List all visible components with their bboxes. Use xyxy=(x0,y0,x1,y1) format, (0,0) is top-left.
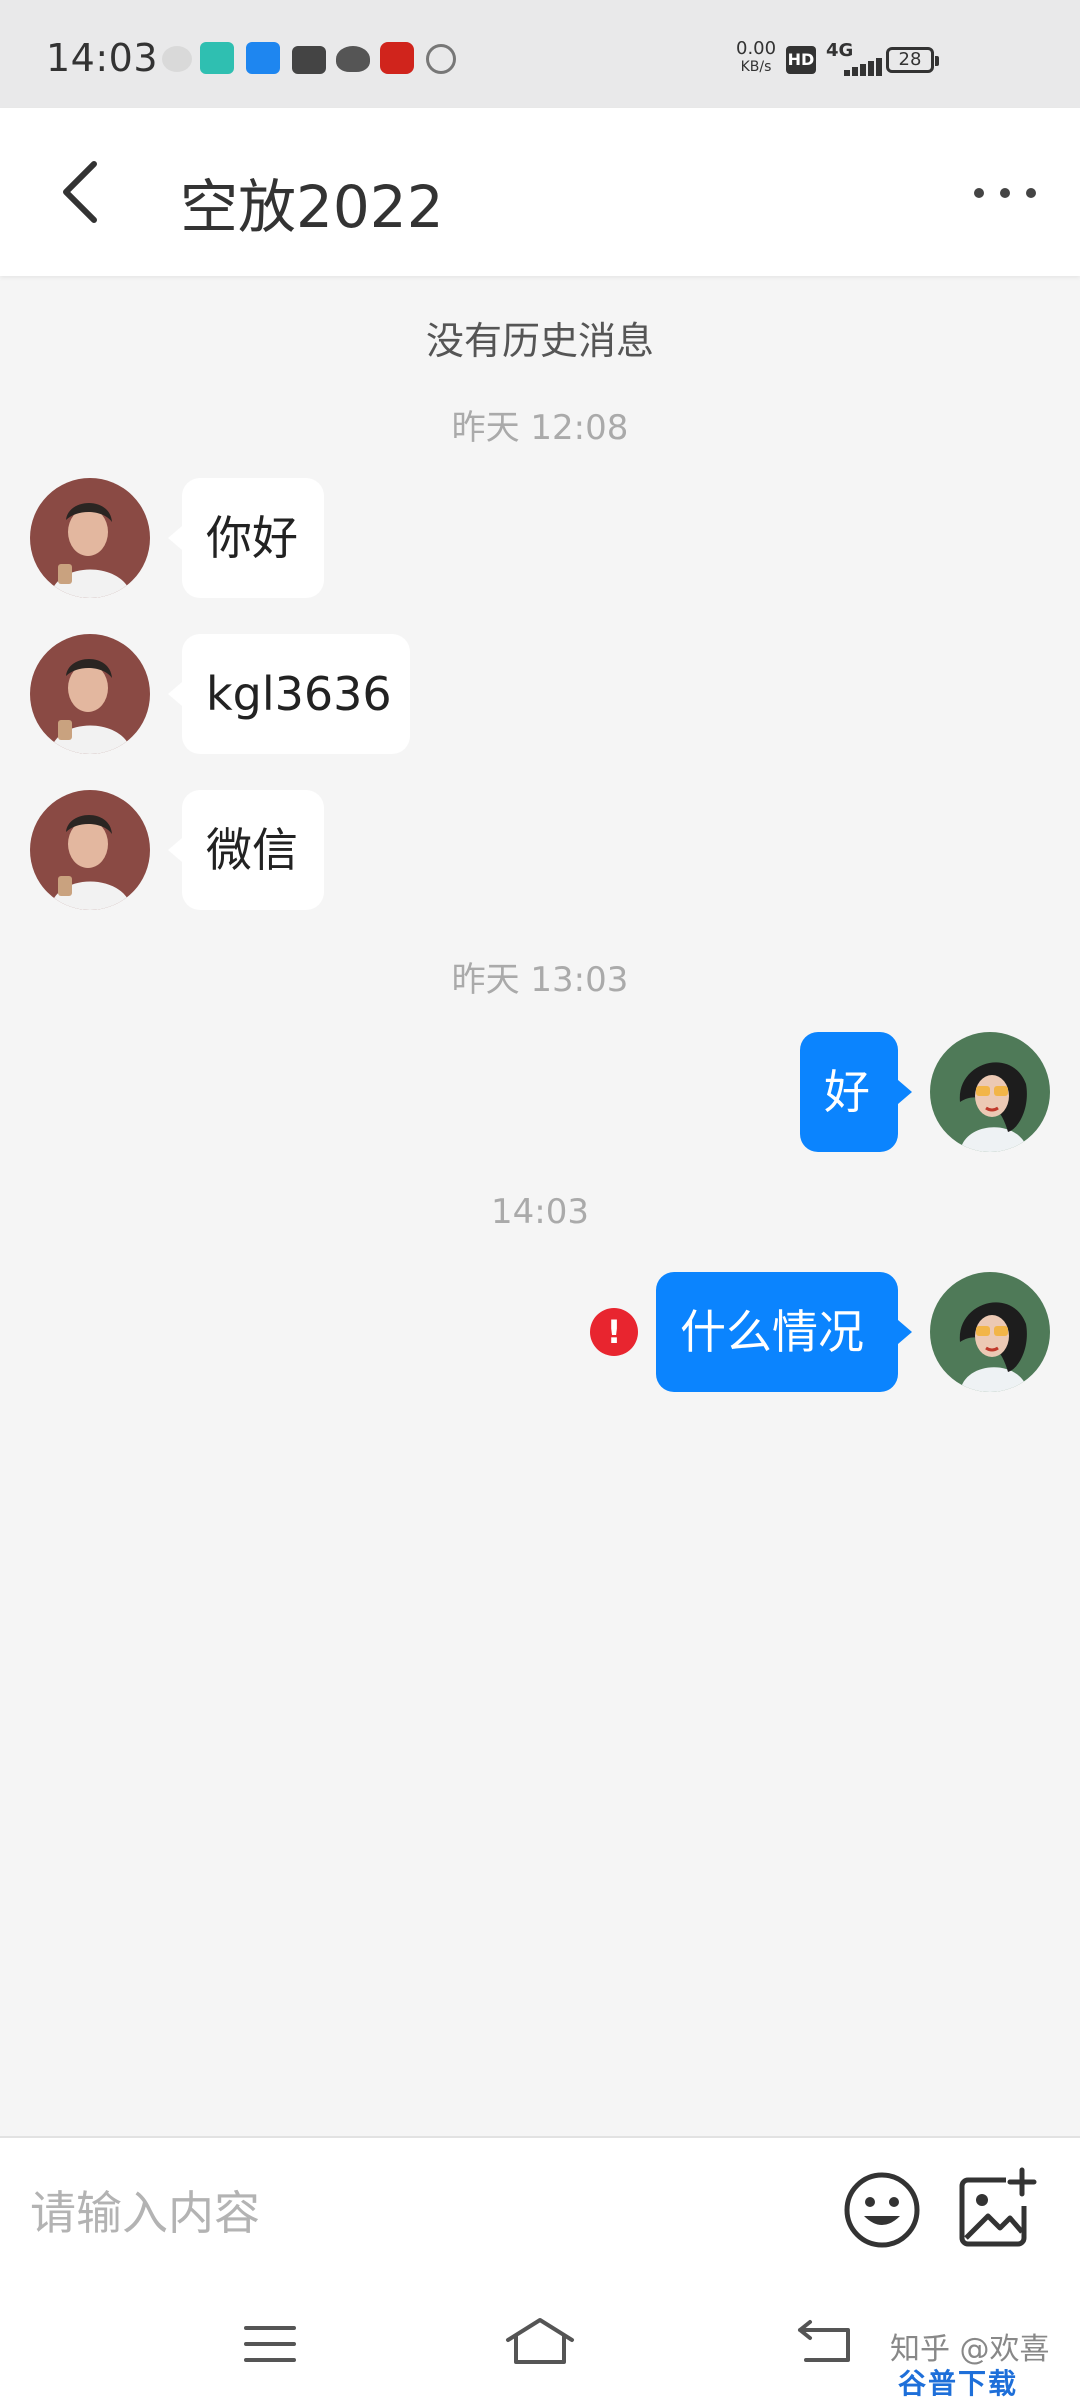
contact-avatar[interactable] xyxy=(30,790,150,910)
smile-icon xyxy=(844,2172,920,2248)
add-image-icon xyxy=(959,2167,1037,2247)
message-input-bar xyxy=(0,2136,1080,2288)
calendar-icon xyxy=(292,46,326,74)
contact-avatar[interactable] xyxy=(30,634,150,754)
battery-icon: 28 xyxy=(886,47,939,73)
more-dot-icon xyxy=(1000,188,1010,198)
home-button[interactable] xyxy=(500,2314,580,2374)
system-back-button[interactable] xyxy=(786,2314,866,2374)
more-button[interactable] xyxy=(970,164,1040,220)
cow-icon xyxy=(336,46,370,72)
man-avatar-icon xyxy=(30,478,150,598)
ctrip-icon xyxy=(380,42,414,74)
more-dot-icon xyxy=(1026,188,1036,198)
message-bubble-incoming[interactable]: kgl3636 xyxy=(168,634,410,754)
net-speed: 0.00 KB/s xyxy=(736,40,776,76)
timestamp: 14:03 xyxy=(491,1192,589,1232)
more-dot-icon xyxy=(974,188,984,198)
menu-icon xyxy=(244,2326,296,2362)
message-bubble-outgoing[interactable]: 好 xyxy=(800,1032,912,1152)
no-history-label[interactable]: 没有历史消息 xyxy=(0,310,1080,365)
page-title: 空放2022 xyxy=(180,173,444,241)
message-input[interactable] xyxy=(30,2178,790,2248)
recent-apps-button[interactable] xyxy=(230,2314,310,2374)
man-avatar-icon xyxy=(30,790,150,910)
add-image-button[interactable] xyxy=(956,2166,1040,2250)
message-bubble-incoming[interactable]: 你好 xyxy=(168,478,324,598)
my-avatar[interactable] xyxy=(930,1032,1050,1152)
chat-header: 空放2022 xyxy=(0,108,1080,276)
message-bubble-outgoing[interactable]: 什么情况 xyxy=(656,1272,912,1392)
boss-icon xyxy=(200,42,234,74)
wechat-icon xyxy=(162,46,192,72)
net-speed-unit: KB/s xyxy=(740,59,772,75)
zhihu-icon xyxy=(246,42,280,74)
man-avatar-icon xyxy=(30,634,150,754)
woman-avatar-icon xyxy=(930,1272,1050,1392)
home-icon xyxy=(506,2318,574,2364)
timestamp: 昨天 12:08 xyxy=(451,408,629,448)
status-bar: 14:03 0.00 KB/s HD 4G 28 xyxy=(0,0,1080,108)
message-bubble-incoming[interactable]: 微信 xyxy=(168,790,324,910)
my-avatar[interactable] xyxy=(930,1272,1050,1392)
hd-icon: HD xyxy=(786,46,816,74)
back-button[interactable] xyxy=(50,154,120,230)
timestamp: 昨天 13:03 xyxy=(451,960,629,1000)
chevron-left-icon xyxy=(63,161,97,223)
emoji-button[interactable] xyxy=(842,2170,922,2250)
woman-avatar-icon xyxy=(930,1032,1050,1152)
hotspot-icon xyxy=(426,44,456,74)
status-time: 14:03 xyxy=(46,36,159,80)
contact-avatar[interactable] xyxy=(30,478,150,598)
watermark-logo: 谷普下载 xyxy=(898,2367,1019,2400)
send-failed-icon[interactable]: ! xyxy=(590,1308,638,1356)
net-speed-value: 0.00 xyxy=(736,38,777,59)
return-icon xyxy=(798,2320,850,2362)
